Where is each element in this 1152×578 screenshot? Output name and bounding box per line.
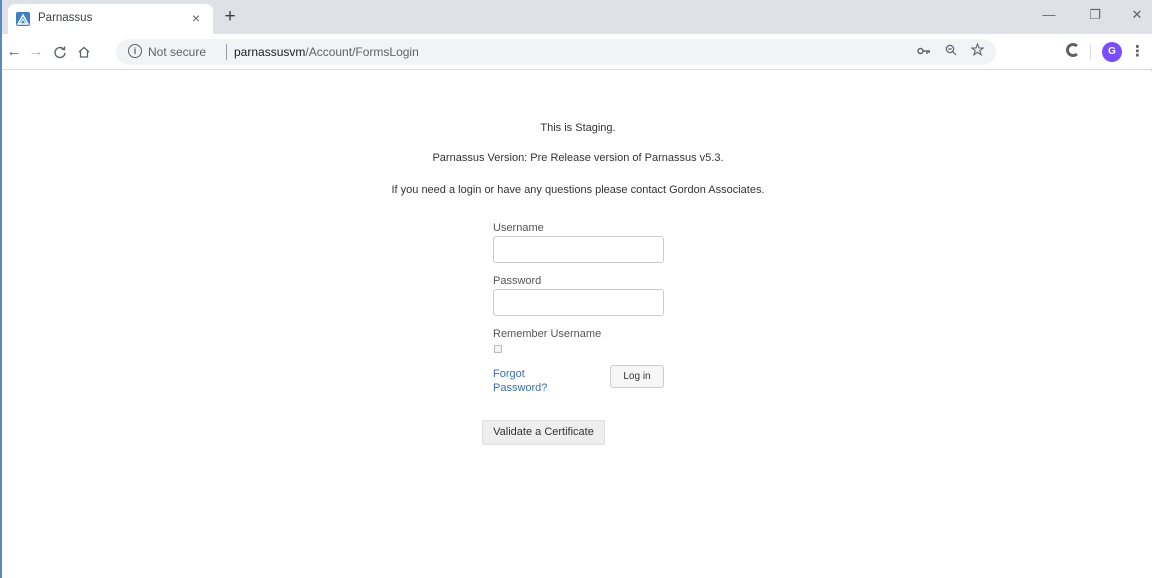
url-text[interactable]: parnassusvm/Account/FormsLogin: [234, 45, 419, 59]
window-close-icon[interactable]: ✕: [1122, 4, 1152, 26]
minimize-icon[interactable]: —: [1034, 4, 1064, 26]
contact-message: If you need a login or have any question…: [391, 184, 765, 196]
reload-icon[interactable]: [50, 42, 70, 62]
username-label: Username: [493, 222, 544, 234]
version-message: Parnassus Version: Pre Release version o…: [432, 152, 724, 164]
info-icon[interactable]: i: [128, 44, 142, 58]
validate-certificate-button[interactable]: Validate a Certificate: [482, 420, 605, 445]
password-label: Password: [493, 275, 542, 287]
browser-window: Parnassus × + — ❐ ✕ ← → i Not secure par…: [0, 0, 1152, 578]
tab-title: Parnassus: [38, 12, 93, 24]
login-button[interactable]: Log in: [610, 365, 664, 388]
zoom-icon[interactable]: [940, 43, 962, 61]
key-icon[interactable]: [913, 43, 935, 61]
omnibox-divider: [226, 44, 227, 60]
forgot-password-link[interactable]: Forgot Password?: [493, 367, 573, 395]
username-input[interactable]: [493, 236, 664, 263]
toolbar-divider: [1090, 44, 1091, 60]
omnibox-actions: [913, 42, 988, 61]
back-icon[interactable]: ←: [4, 42, 24, 62]
parnassus-favicon-icon: [16, 12, 30, 26]
staging-message: This is Staging.: [540, 122, 616, 134]
extension-icon[interactable]: [1066, 43, 1080, 57]
url-path: /Account/FormsLogin: [305, 45, 419, 59]
remember-username-checkbox[interactable]: [494, 345, 502, 353]
profile-avatar[interactable]: G: [1102, 42, 1122, 62]
password-input[interactable]: [493, 289, 664, 316]
tab-strip: Parnassus × + — ❐ ✕: [2, 0, 1152, 34]
restore-icon[interactable]: ❐: [1080, 4, 1110, 26]
tab-close-icon[interactable]: ×: [187, 9, 205, 27]
browser-toolbar: ← → i Not secure parnassusvm/Account/For…: [2, 34, 1152, 70]
remember-username-label: Remember Username: [493, 328, 602, 340]
forward-icon[interactable]: →: [26, 42, 46, 62]
page-content: This is Staging. Parnassus Version: Pre …: [4, 71, 1152, 578]
menu-icon[interactable]: ⋮: [1130, 42, 1145, 62]
security-status[interactable]: Not secure: [148, 45, 206, 59]
address-bar[interactable]: i Not secure parnassusvm/Account/FormsLo…: [116, 39, 996, 65]
url-host: parnassusvm: [234, 45, 306, 59]
new-tab-icon[interactable]: +: [220, 7, 240, 27]
star-icon[interactable]: [966, 42, 988, 61]
tab-parnassus[interactable]: Parnassus ×: [8, 4, 213, 34]
home-icon[interactable]: [74, 42, 94, 62]
